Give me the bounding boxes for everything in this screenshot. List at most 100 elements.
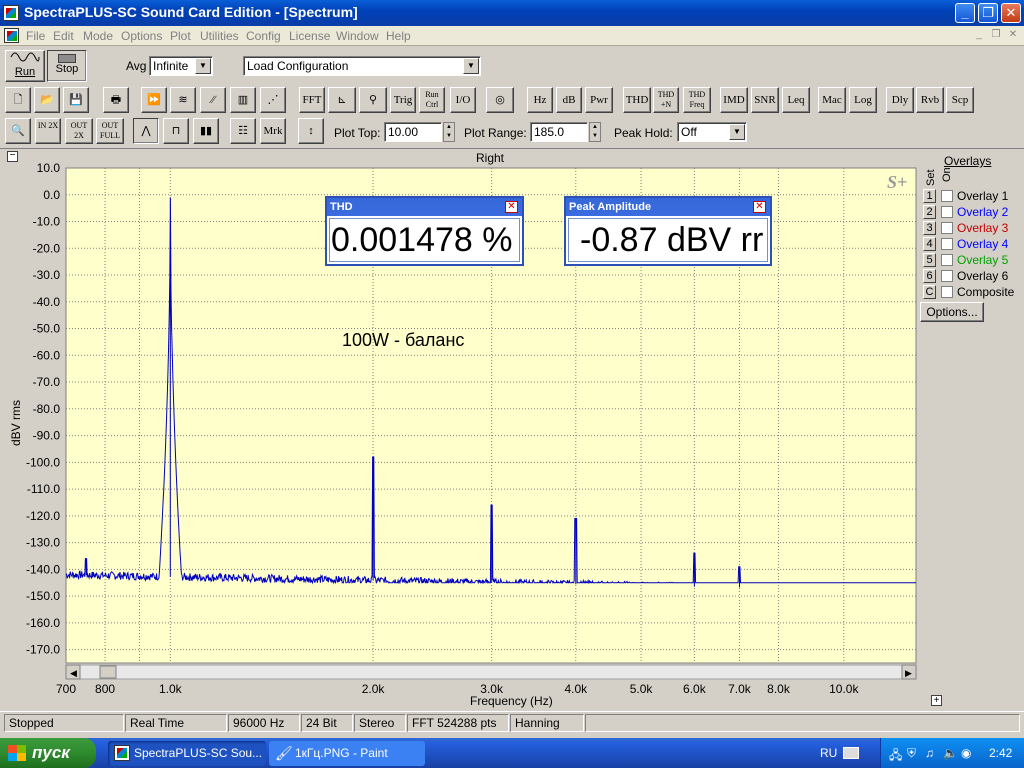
overlay-checkbox[interactable] [941, 286, 953, 298]
zoom-out-button[interactable]: OUT 2X [65, 118, 93, 144]
avg-select[interactable]: Infinite ▼ [149, 56, 213, 76]
scroll-thumb[interactable] [99, 665, 117, 679]
audio-icon[interactable]: ♫ [925, 746, 934, 760]
thd-button[interactable]: THD [623, 87, 651, 113]
menu-license[interactable]: License [289, 29, 330, 43]
overlay-set-button[interactable]: 3 [923, 221, 936, 235]
bar-plot-icon[interactable]: ▮▮ [193, 118, 219, 144]
overlay-checkbox[interactable] [941, 270, 953, 282]
volume-icon[interactable]: 🔈 [943, 746, 958, 760]
step-plot-icon[interactable]: ⊓ [163, 118, 189, 144]
menu-file[interactable]: File [26, 29, 45, 43]
peak-hold-select[interactable]: Off ▼ [677, 122, 747, 142]
overlay-set-button[interactable]: 1 [923, 189, 936, 203]
overlay-checkbox[interactable] [941, 254, 953, 266]
mdi-close-button[interactable]: ✕ [1006, 29, 1020, 42]
sawtooth-icon[interactable]: ∕∕ [200, 87, 226, 113]
mac-button[interactable]: Mac [818, 87, 846, 113]
overlay-checkbox[interactable] [941, 206, 953, 218]
zoom-in-button[interactable]: IN 2X [35, 118, 61, 144]
menu-window[interactable]: Window [336, 29, 379, 43]
leq-button[interactable]: Leq [782, 87, 810, 113]
menu-options[interactable]: Options [121, 29, 162, 43]
thd-meter[interactable]: THD ✕ 0.001478 % [325, 196, 524, 266]
restore-button[interactable]: ❐ [978, 3, 998, 23]
stop-button[interactable]: Stop [47, 50, 87, 82]
recorder-icon[interactable]: ≋ [170, 87, 196, 113]
dly-button[interactable]: Dly [886, 87, 914, 113]
hz-button[interactable]: Hz [527, 87, 553, 113]
line-plot-icon[interactable]: ⋀ [133, 118, 159, 144]
plot-range-input[interactable]: 185.0 [530, 122, 588, 142]
imd-button[interactable]: IMD [720, 87, 748, 113]
close-icon[interactable]: ✕ [753, 201, 766, 213]
print-icon[interactable]: 🖶 [103, 87, 129, 113]
zoom-icon[interactable]: 🔍 [5, 118, 31, 144]
overlay-checkbox[interactable] [941, 222, 953, 234]
open-folder-icon[interactable]: 📂 [34, 87, 60, 113]
trig-button[interactable]: Trig [390, 87, 416, 113]
tray-app-icon[interactable]: ◉ [961, 746, 971, 760]
db-button[interactable]: dB [556, 87, 582, 113]
probe-icon[interactable]: ⚲ [359, 87, 387, 113]
new-file-icon[interactable]: 🗋 [5, 87, 31, 113]
menu-help[interactable]: Help [386, 29, 411, 43]
expand-icon[interactable]: + [931, 695, 942, 706]
minimize-button[interactable]: _ [955, 3, 975, 23]
thd-freq-button[interactable]: THD Freq [683, 87, 711, 113]
overlay-set-button[interactable]: 4 [923, 237, 936, 251]
peak-amplitude-meter[interactable]: Peak Amplitude ✕ -0.87 dBV rr [564, 196, 772, 266]
start-button[interactable]: пуск [0, 738, 96, 768]
scp-button[interactable]: Scp [946, 87, 974, 113]
run-ctrl-button[interactable]: Run Ctrl [419, 87, 445, 113]
overlay-set-button[interactable]: 2 [923, 205, 936, 219]
spectrogram-icon[interactable]: ▥ [230, 87, 256, 113]
waterfall-icon[interactable]: ⋰ [260, 87, 286, 113]
rvb-button[interactable]: Rvb [916, 87, 944, 113]
plot-top-input[interactable]: 10.00 [384, 122, 442, 142]
pwr-button[interactable]: Pwr [585, 87, 613, 113]
overlay-set-button[interactable]: 5 [923, 253, 936, 267]
snr-button[interactable]: SNR [751, 87, 779, 113]
zoom-full-button[interactable]: OUT FULL [96, 118, 124, 144]
menu-utilities[interactable]: Utilities [200, 29, 239, 43]
io-button[interactable]: I/O [450, 87, 476, 113]
config-select[interactable]: Load Configuration ▼ [243, 56, 481, 76]
network-icon[interactable]: 🖧 [889, 746, 902, 767]
h-scrollbar[interactable] [65, 664, 917, 680]
mdi-doc-icon[interactable] [4, 28, 19, 43]
keyboard-icon[interactable] [843, 747, 859, 759]
table-icon[interactable]: ☷ [230, 118, 256, 144]
overlay-checkbox[interactable] [941, 190, 953, 202]
sine-generator-icon[interactable]: ◎ [486, 87, 514, 113]
overlay-set-button[interactable]: 6 [923, 269, 936, 283]
menu-edit[interactable]: Edit [53, 29, 74, 43]
mrk-button[interactable]: Mrk [260, 118, 286, 144]
fft-button[interactable]: FFT [299, 87, 325, 113]
menu-config[interactable]: Config [246, 29, 281, 43]
close-button[interactable]: ✕ [1001, 3, 1021, 23]
log-button[interactable]: Log [849, 87, 877, 113]
overlay-checkbox[interactable] [941, 238, 953, 250]
overlay-set-button[interactable]: C [923, 285, 936, 299]
save-icon[interactable]: 💾 [63, 87, 89, 113]
overlay-options-button[interactable]: Options... [920, 302, 984, 322]
mdi-restore-button[interactable]: ❐ [989, 29, 1003, 42]
mdi-minimize-button[interactable]: _ [972, 29, 986, 42]
language-indicator[interactable]: RU [820, 746, 837, 760]
task-spectraplus[interactable]: SpectraPLUS-SC Sou... [108, 741, 266, 766]
vertical-scale-icon[interactable]: ↕ [298, 118, 324, 144]
task-paint[interactable]: 🖌 1кГц.PNG - Paint [269, 741, 425, 766]
security-icon[interactable]: ⛨ [907, 746, 916, 761]
x-ticks: 700 800 1.0k 2.0k 3.0k 4.0k 5.0k 6.0k 7.0k 8.0k 10… [56, 682, 859, 696]
run-button[interactable]: Run [5, 50, 45, 82]
app-icon[interactable] [3, 5, 19, 21]
fast-forward-icon[interactable]: ⏩ [141, 87, 167, 113]
menu-plot[interactable]: Plot [170, 29, 191, 43]
close-icon[interactable]: ✕ [505, 201, 518, 213]
menu-mode[interactable]: Mode [83, 29, 113, 43]
plot-top-spinner[interactable]: ▲ ▼ [443, 122, 455, 142]
thd-n-button[interactable]: THD +N [653, 87, 679, 113]
plot-axes-icon[interactable]: ⊾ [328, 87, 356, 113]
plot-range-spinner[interactable]: ▲ ▼ [589, 122, 601, 142]
